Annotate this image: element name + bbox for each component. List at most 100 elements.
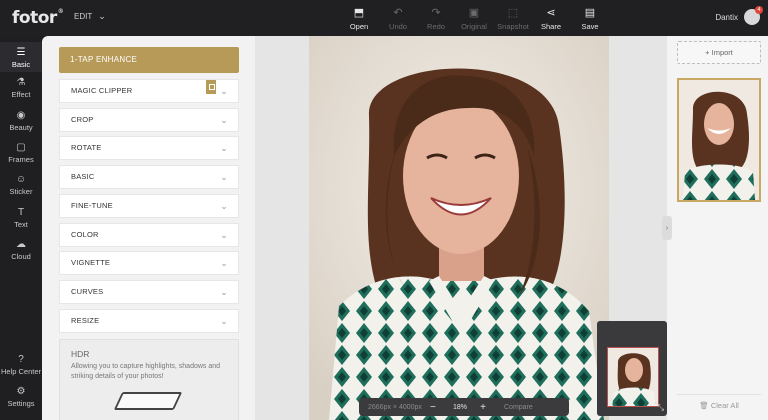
save-button[interactable]: ▤ Save [572,7,608,31]
redo-button[interactable]: ↷ Redo [418,7,454,31]
hdr-description: Allowing you to capture highlights, shad… [71,363,221,380]
photo-image[interactable] [309,36,609,420]
registered-icon: ® [57,8,64,15]
tool-label: CROP [71,115,94,124]
image-dimensions: 2666px × 4000px [368,403,422,411]
logo-text: fotor [12,8,57,28]
tool-color[interactable]: COLOR ⌄ [59,223,239,247]
import-button[interactable]: + Import [677,41,761,64]
snapshot-button[interactable]: ⬚ Snapshot [495,7,531,31]
edit-menu[interactable]: EDIT ⌄ [74,11,106,22]
tool-vignette[interactable]: VIGNETTE ⌄ [59,251,239,275]
zoom-in-button[interactable]: + [472,402,494,413]
original-label: Original [461,22,487,31]
redo-label: Redo [427,22,445,31]
top-bar: fotor® EDIT ⌄ ⬒ Open ↶ Undo ↷ Redo ▣ Ori… [0,0,768,36]
nav-label-sticker: Sticker [9,187,33,196]
chevron-down-icon: ⌄ [98,11,106,21]
nav-label-help: Help Center [0,367,42,376]
bookmark-icon [206,80,216,94]
nav-label-frames: Frames [8,155,34,164]
chevron-down-icon: ⌄ [220,230,228,240]
tool-crop[interactable]: CROP ⌄ [59,108,239,132]
nav-item-frames[interactable]: ▢ Frames [0,142,42,164]
undo-icon: ↶ [393,7,403,19]
chevron-down-icon: ⌄ [220,172,228,182]
hdr-preview-image [113,392,183,410]
notification-badge: 4 [755,6,763,14]
import-label: Import [711,48,733,57]
clear-all-button[interactable]: 🗑 Clear All [677,394,761,416]
tools-panel: 1-TAP ENHANCE MAGIC CLIPPER ⌄ CROP ⌄ ROT… [42,36,255,420]
nav-label-cloud: Cloud [11,252,31,261]
tool-rotate[interactable]: ROTATE ⌄ [59,136,239,160]
navigator-photo [608,348,658,406]
nav-label-beauty: Beauty [9,123,33,132]
save-label: Save [581,22,599,31]
undo-button[interactable]: ↶ Undo [380,7,416,31]
nav-item-settings[interactable]: ⚙ Settings [0,386,42,408]
hdr-title: HDR [71,349,90,359]
tool-magic-clipper[interactable]: MAGIC CLIPPER ⌄ [59,79,239,103]
sticker-icon: ☺ [15,174,27,185]
plus-icon: + [705,48,710,57]
navigator-panel[interactable]: ⤡ [597,321,667,416]
thumbnail-photo [679,80,759,200]
snapshot-label: Snapshot [497,22,529,31]
resize-icon[interactable]: ⤡ [658,403,664,413]
canvas-area[interactable]: 2666px × 4000px − 18% + Compare ⤡ [255,36,667,420]
nav-item-text[interactable]: T Text [0,207,42,229]
zoom-bar: 2666px × 4000px − 18% + Compare [359,398,569,416]
nav-item-sticker[interactable]: ☺ Sticker [0,174,42,196]
chevron-down-icon: ⌄ [220,287,228,297]
avatar[interactable]: 4 [744,6,763,25]
hdr-card[interactable]: HDR Allowing you to capture highlights, … [59,339,239,420]
chevron-down-icon: ⌄ [220,86,228,96]
tool-label: VIGNETTE [71,258,111,267]
tool-label: CURVES [71,287,104,296]
fotor-logo[interactable]: fotor® [12,8,64,28]
nav-item-effect[interactable]: ⚗ Effect [0,77,42,99]
original-button[interactable]: ▣ Original [456,7,492,31]
one-tap-enhance-button[interactable]: 1-TAP ENHANCE [59,47,239,73]
tool-resize[interactable]: RESIZE ⌄ [59,309,239,333]
tool-label: COLOR [71,230,99,239]
tool-curves[interactable]: CURVES ⌄ [59,280,239,304]
chevron-down-icon: ⌄ [220,115,228,125]
nav-item-cloud[interactable]: ☁ Cloud [0,239,42,261]
chevron-down-icon: ⌄ [220,201,228,211]
open-button[interactable]: ⬒ Open [341,7,377,31]
nav-label-settings: Settings [7,399,35,408]
tool-basic[interactable]: BASIC ⌄ [59,165,239,189]
cloud-icon: ☁ [16,239,26,250]
nav-label-effect: Effect [11,90,31,99]
open-label: Open [349,22,369,31]
tool-fine-tune[interactable]: FINE-TUNE ⌄ [59,194,239,218]
collapse-panel-button[interactable]: › [662,216,672,240]
chevron-down-icon: ⌄ [220,143,228,153]
zoom-out-button[interactable]: − [430,402,448,413]
flask-icon: ⚗ [16,77,26,88]
trash-icon: 🗑 [699,401,709,410]
chevron-down-icon: ⌄ [220,316,228,326]
navigator-thumbnail[interactable] [607,347,659,407]
open-icon: ⬒ [353,7,365,19]
snapshot-icon: ⬚ [507,7,519,19]
tool-label: ROTATE [71,143,102,152]
left-nav: ☰ Basic ⚗ Effect ◉ Beauty ▢ Frames ☺ Sti… [0,36,42,420]
image-thumbnail[interactable] [677,78,761,202]
text-icon: T [17,207,25,218]
tool-label: FINE-TUNE [71,201,113,210]
chevron-down-icon: ⌄ [220,258,228,268]
share-button[interactable]: ⋖ Share [533,7,569,31]
nav-item-help[interactable]: ? Help Center [0,354,42,376]
nav-item-basic[interactable]: ☰ Basic [0,42,42,72]
redo-icon: ↷ [431,7,441,19]
nav-item-beauty[interactable]: ◉ Beauty [0,110,42,132]
user-name[interactable]: Dantix [715,13,738,22]
compare-button[interactable]: Compare [504,404,533,411]
portrait-photo [309,36,609,420]
nav-label-basic: Basic [11,60,31,69]
right-panel: › + Import 🗑 Clear All [662,36,768,420]
tool-label: RESIZE [71,316,100,325]
